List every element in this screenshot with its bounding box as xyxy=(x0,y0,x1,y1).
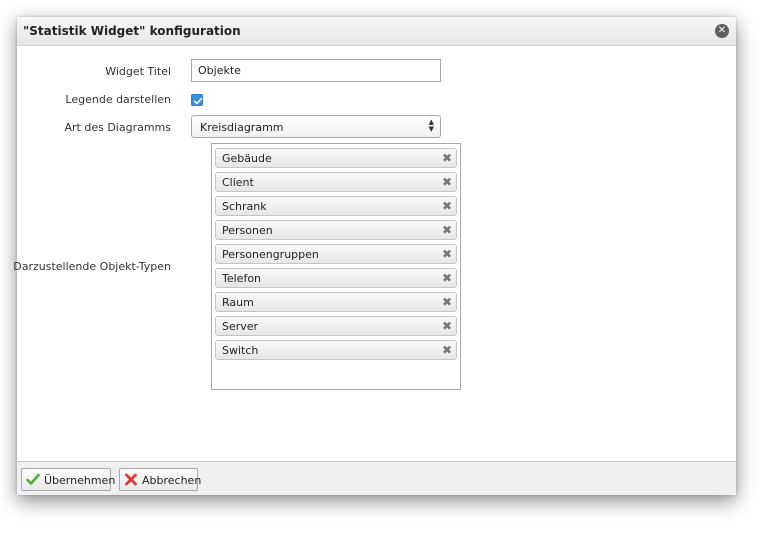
remove-x-icon[interactable]: ✖ xyxy=(442,199,452,213)
dialog-title: "Statistik Widget" konfiguration xyxy=(23,24,241,38)
dialog-footer: Übernehmen Abbrechen xyxy=(17,461,736,495)
object-type-label: Telefon xyxy=(222,272,262,285)
object-type-label: Switch xyxy=(222,344,259,357)
cancel-button[interactable]: Abbrechen xyxy=(119,468,202,491)
config-dialog: "Statistik Widget" konfiguration ✕ Widge… xyxy=(13,17,736,495)
remove-x-icon[interactable]: ✖ xyxy=(442,151,452,165)
apply-button[interactable]: Übernehmen xyxy=(21,468,115,491)
legend-label: Legende darstellen xyxy=(65,93,171,106)
check-icon xyxy=(193,97,203,105)
object-type-chip: Personen ✖ xyxy=(215,220,457,240)
object-type-label: Raum xyxy=(222,296,254,309)
object-type-chip: Raum ✖ xyxy=(215,292,457,312)
remove-x-icon[interactable]: ✖ xyxy=(442,271,452,285)
legend-checkbox[interactable] xyxy=(191,94,203,106)
remove-x-icon[interactable]: ✖ xyxy=(442,295,452,309)
widget-title-label: Widget Titel xyxy=(105,65,171,78)
object-type-chip: Personengruppen ✖ xyxy=(215,244,457,264)
remove-x-icon[interactable]: ✖ xyxy=(442,319,452,333)
object-type-label: Gebäude xyxy=(222,152,272,165)
object-type-chip: Telefon ✖ xyxy=(215,268,457,288)
object-type-chip: Schrank ✖ xyxy=(215,196,457,216)
object-type-chip: Server ✖ xyxy=(215,316,457,336)
close-icon[interactable]: ✕ xyxy=(715,24,729,38)
remove-x-icon[interactable]: ✖ xyxy=(442,343,452,357)
remove-x-icon[interactable]: ✖ xyxy=(442,247,452,261)
apply-button-label: Übernehmen xyxy=(44,474,116,487)
chart-type-select[interactable]: Kreisdiagramm ▲ ▼ xyxy=(191,115,441,138)
widget-title-input[interactable] xyxy=(191,59,441,82)
chart-type-value: Kreisdiagramm xyxy=(200,121,284,134)
dialog-titlebar: "Statistik Widget" konfiguration ✕ xyxy=(17,17,736,46)
cancel-button-label: Abbrechen xyxy=(142,474,202,487)
object-type-chip: Client ✖ xyxy=(215,172,457,192)
object-type-label: Personen xyxy=(222,224,273,237)
remove-x-icon[interactable]: ✖ xyxy=(442,175,452,189)
select-arrows-icon: ▲ ▼ xyxy=(428,118,434,133)
object-type-label: Client xyxy=(222,176,254,189)
object-type-label: Server xyxy=(222,320,259,333)
checkmark-icon xyxy=(26,473,40,485)
object-type-label: Personengruppen xyxy=(222,248,319,261)
red-x-icon xyxy=(125,473,137,486)
object-type-chip: Gebäude ✖ xyxy=(215,148,457,168)
chart-type-label: Art des Diagramms xyxy=(64,121,171,134)
object-type-label: Schrank xyxy=(222,200,267,213)
object-type-chip: Switch ✖ xyxy=(215,340,457,360)
object-types-list[interactable]: Gebäude ✖ Client ✖ Schrank ✖ Personen ✖ Personen… xyxy=(211,143,461,390)
remove-x-icon[interactable]: ✖ xyxy=(442,223,452,237)
object-types-label: Darzustellende Objekt-Typen xyxy=(13,260,171,273)
